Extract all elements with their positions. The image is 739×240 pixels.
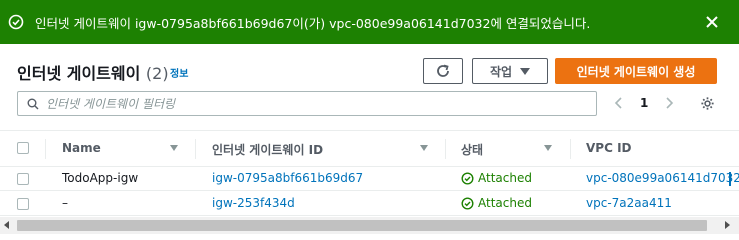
row-checkbox[interactable] — [17, 173, 29, 185]
page-title: 인터넷 게이트웨이 (2) — [17, 60, 169, 84]
cell-status: Attached — [461, 171, 532, 185]
item-count: (2) — [145, 64, 169, 83]
column-divider — [45, 139, 46, 159]
row-checkbox[interactable] — [17, 198, 29, 210]
cell-igw-id-link[interactable]: igw-0795a8bf661b69d67 — [212, 171, 363, 185]
cell-name: – — [62, 196, 68, 210]
table-row[interactable]: TodoApp-igw igw-0795a8bf661b69d67 Attach… — [0, 167, 739, 191]
scroll-left-arrow-icon[interactable] — [4, 221, 9, 229]
sort-caret-icon[interactable] — [420, 145, 428, 151]
column-header-igw-id[interactable]: 인터넷 게이트웨이 ID — [212, 141, 323, 158]
sort-caret-icon[interactable] — [170, 145, 178, 151]
flash-message: 인터넷 게이트웨이 igw-0795a8bf661b69d67이(가) vpc-… — [35, 16, 591, 31]
refresh-icon — [437, 64, 449, 77]
status-check-icon — [461, 196, 474, 210]
scroll-right-arrow-icon[interactable] — [725, 221, 730, 229]
next-page-icon[interactable] — [663, 96, 675, 110]
table-row[interactable]: – igw-253f434d Attached vpc-7a2aa411 — [0, 192, 739, 216]
cell-vpc-id-link[interactable]: vpc-080e99a06141d7032 — [586, 171, 739, 185]
scrollbar-thumb[interactable] — [17, 220, 707, 231]
current-page-number[interactable]: 1 — [640, 96, 648, 110]
check-circle-icon — [8, 14, 24, 30]
column-header-name[interactable]: Name — [62, 141, 101, 155]
select-all-checkbox[interactable] — [17, 142, 29, 154]
column-resize-handle[interactable] — [729, 172, 731, 186]
status-label: Attached — [478, 171, 532, 185]
info-link[interactable]: 정보 — [170, 65, 188, 80]
previous-page-icon[interactable] — [613, 96, 625, 110]
sort-caret-icon[interactable] — [544, 145, 552, 151]
table-header: Name 인터넷 게이트웨이 ID 상태 VPC ID — [0, 130, 739, 167]
cell-status: Attached — [461, 196, 532, 210]
column-divider — [195, 139, 196, 159]
refresh-button[interactable] — [423, 58, 463, 84]
actions-dropdown-button[interactable]: 작업 — [472, 58, 548, 84]
page-title-text: 인터넷 게이트웨이 — [17, 64, 141, 83]
status-label: Attached — [478, 196, 532, 210]
gear-icon[interactable] — [700, 96, 715, 111]
column-divider — [445, 139, 446, 159]
cell-name: TodoApp-igw — [62, 171, 139, 185]
column-header-status[interactable]: 상태 — [461, 141, 483, 158]
column-divider — [570, 139, 571, 159]
caret-down-icon — [520, 67, 531, 75]
filter-input[interactable] — [46, 94, 586, 113]
column-header-vpc-id[interactable]: VPC ID — [586, 141, 632, 155]
cell-vpc-id-link[interactable]: vpc-7a2aa411 — [586, 196, 672, 210]
status-check-icon — [461, 171, 474, 185]
horizontal-scrollbar[interactable] — [0, 217, 739, 234]
close-icon[interactable] — [703, 13, 721, 31]
actions-label: 작업 — [489, 64, 513, 79]
create-internet-gateway-button[interactable]: 인터넷 게이트웨이 생성 — [555, 58, 717, 84]
success-flash-banner: 인터넷 게이트웨이 igw-0795a8bf661b69d67이(가) vpc-… — [0, 0, 739, 44]
search-icon — [27, 98, 39, 110]
filter-search-box[interactable] — [17, 91, 597, 116]
cell-igw-id-link[interactable]: igw-253f434d — [212, 196, 295, 210]
